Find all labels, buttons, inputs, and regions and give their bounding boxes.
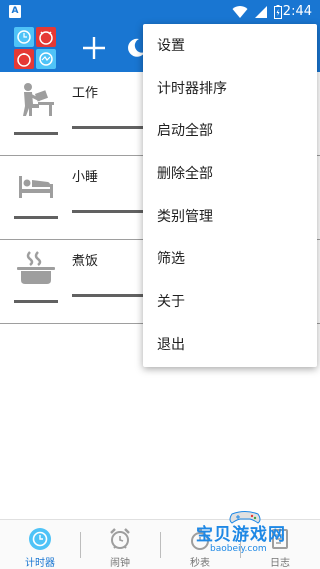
desk-work-icon	[23, 83, 54, 116]
stopwatch-icon	[191, 529, 209, 550]
clock-time: 2:44	[282, 4, 312, 19]
menu-item-category-management[interactable]: 类别管理	[143, 196, 317, 239]
menu-item-exit[interactable]: 退出	[143, 324, 317, 367]
nav-tab-label: 计时器	[25, 558, 55, 569]
timer-title: 工作	[72, 86, 99, 101]
bed-icon	[19, 176, 53, 198]
notification-badge: A	[9, 5, 21, 18]
nav-tab-log[interactable]: 日志	[240, 520, 320, 569]
nav-tab-stopwatch[interactable]: 秒表	[160, 520, 240, 569]
nav-tab-label: 闹钟	[110, 558, 130, 569]
menu-item-delete-all[interactable]: 删除全部	[143, 153, 317, 196]
icon-divider	[14, 132, 58, 135]
menu-item-filter[interactable]: 筛选	[143, 238, 317, 281]
status-icons	[232, 4, 282, 20]
nav-tab-label: 日志	[270, 558, 290, 569]
status-bar: A 2:44	[0, 0, 320, 24]
nav-tab-timer[interactable]: 计时器	[0, 520, 80, 569]
bottom-nav: 计时器 闹钟 秒表 日志	[0, 519, 320, 569]
menu-item-start-all[interactable]: 启动全部	[143, 110, 317, 153]
icon-divider	[14, 216, 58, 219]
cooking-pot-icon	[17, 251, 55, 284]
menu-item-sort-timers[interactable]: 计时器排序	[143, 68, 317, 111]
timer-icon	[29, 528, 51, 550]
app-logo-icon[interactable]	[14, 27, 56, 69]
logo-clock-faces	[17, 30, 53, 67]
icon-divider	[14, 300, 58, 303]
timer-title: 小睡	[72, 170, 99, 185]
nav-tab-alarm[interactable]: 闹钟	[80, 520, 160, 569]
nav-tab-label: 秒表	[190, 558, 210, 569]
add-icon[interactable]	[80, 34, 108, 62]
log-icon	[272, 529, 288, 549]
signal-icon	[255, 6, 267, 18]
menu-item-settings[interactable]: 设置	[143, 25, 317, 68]
menu-item-about[interactable]: 关于	[143, 281, 317, 324]
overflow-menu: 设置 计时器排序 启动全部 删除全部 类别管理 筛选 关于 退出	[143, 24, 317, 367]
timer-title: 煮饭	[72, 254, 99, 269]
wifi-icon	[232, 6, 248, 19]
alarm-clock-icon	[110, 528, 130, 549]
battery-icon	[274, 5, 282, 19]
